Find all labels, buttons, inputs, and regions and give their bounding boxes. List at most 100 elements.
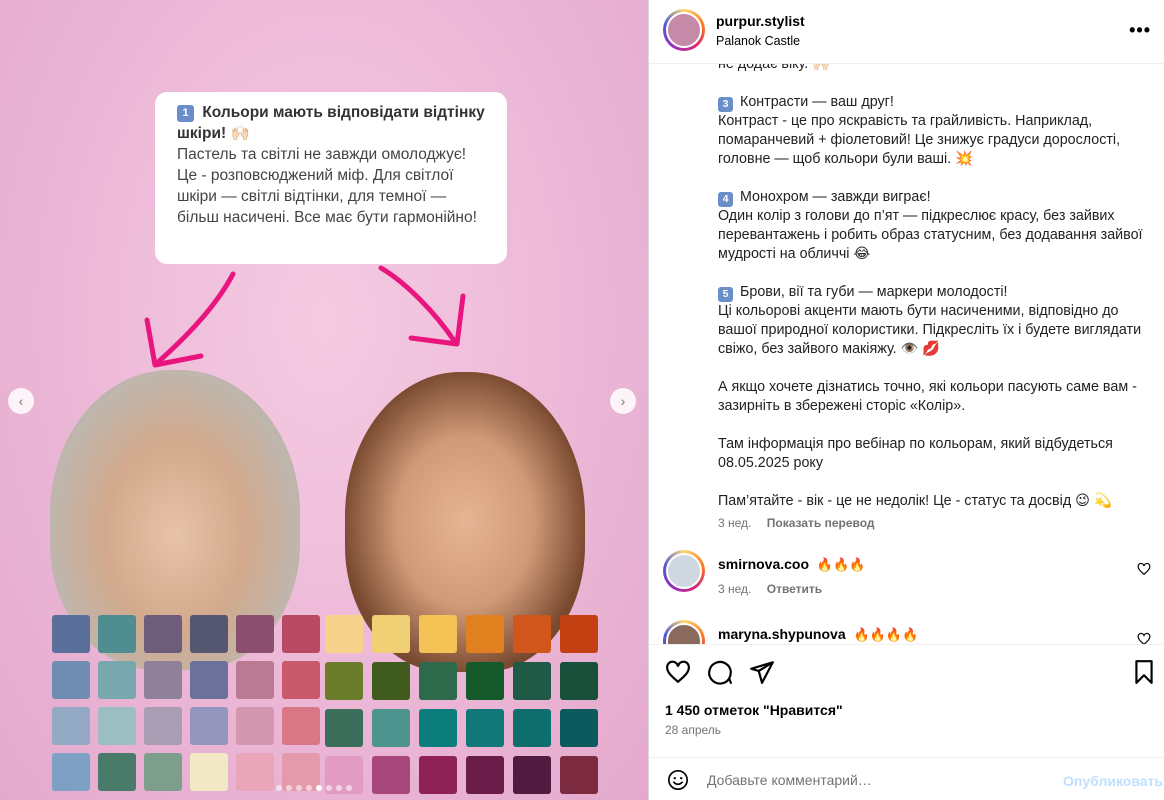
caption-time: 3 нед. xyxy=(718,516,752,530)
color-swatch xyxy=(98,707,136,745)
color-swatch xyxy=(419,709,457,747)
comment-bar: Опубликовать xyxy=(649,757,1164,800)
caption-paragraph: Там інформація про вебінар по кольорам, … xyxy=(718,436,1113,471)
color-swatch xyxy=(144,707,182,745)
color-swatch xyxy=(144,753,182,791)
caption-paragraph: А якщо хочете дізнатись точно, які кольо… xyxy=(718,379,1137,414)
callout-title: Кольори мають відповідати відтінку шкіри… xyxy=(177,104,485,142)
translate-button[interactable]: Показать перевод xyxy=(767,516,875,530)
author-avatar[interactable] xyxy=(663,9,705,51)
heart-icon[interactable] xyxy=(1137,632,1151,644)
color-swatch xyxy=(513,615,551,653)
color-swatch xyxy=(98,661,136,699)
next-slide-button[interactable]: › xyxy=(610,388,636,414)
color-swatch xyxy=(466,756,504,794)
caption-point-5: 5 Брови, вії та губи — маркери молодості… xyxy=(718,283,1148,359)
color-swatch xyxy=(560,756,598,794)
post-header: purpur.stylist Palanok Castle ••• xyxy=(649,0,1164,64)
color-swatch xyxy=(190,707,228,745)
post-date: 28 апрель xyxy=(665,723,722,737)
likes-count[interactable]: 1 450 отметок "Нравится" xyxy=(665,702,843,718)
color-swatch xyxy=(236,615,274,653)
heart-icon[interactable] xyxy=(665,659,691,685)
carousel-dot[interactable] xyxy=(276,785,282,791)
color-swatch xyxy=(372,709,410,747)
color-swatch xyxy=(144,661,182,699)
color-swatch xyxy=(52,707,90,745)
carousel-dot[interactable] xyxy=(326,785,332,791)
number-badge: 1 xyxy=(177,105,194,122)
color-swatch xyxy=(419,662,457,700)
bookmark-icon[interactable] xyxy=(1131,659,1157,685)
color-swatch xyxy=(372,615,410,653)
point-body: Один колір з голови до п’ят — підкреслює… xyxy=(718,208,1143,262)
post-caption: не додає віку. 🙌🏻 3 Контрасти — ваш друг… xyxy=(718,55,1148,535)
publish-button[interactable]: Опубликовать xyxy=(1063,773,1163,789)
color-swatch xyxy=(190,615,228,653)
color-swatch xyxy=(52,753,90,791)
color-swatch xyxy=(52,661,90,699)
share-icon[interactable] xyxy=(749,659,775,685)
color-swatch xyxy=(52,615,90,653)
comment-username[interactable]: maryna.shypunova xyxy=(718,626,846,642)
reply-button[interactable]: Ответить xyxy=(767,582,822,596)
comment-icon[interactable] xyxy=(707,659,733,685)
emoji-icon[interactable] xyxy=(667,769,689,791)
number-badge: 4 xyxy=(718,192,733,207)
comment-meta: 3 нед. Ответить xyxy=(718,582,834,596)
color-swatch xyxy=(372,756,410,794)
avatar-image xyxy=(666,12,702,48)
heart-icon[interactable] xyxy=(1137,562,1151,576)
post-location[interactable]: Palanok Castle xyxy=(716,34,800,48)
color-swatch xyxy=(466,709,504,747)
color-swatch xyxy=(236,661,274,699)
arrow-left-icon xyxy=(144,271,236,368)
color-swatch xyxy=(513,662,551,700)
carousel-dot[interactable] xyxy=(306,785,312,791)
callout-title-emoji: 🙌🏻 xyxy=(230,125,250,142)
color-swatch xyxy=(282,661,320,699)
point-body: Ці кольорові акценти мають бути насичени… xyxy=(718,303,1142,357)
post-media: 1 Кольори мають відповідати відтінку шкі… xyxy=(0,0,648,800)
caption-point-4: 4 Монохром — завжди виграє! Один колір з… xyxy=(718,188,1148,264)
number-badge: 5 xyxy=(718,287,733,302)
color-swatch xyxy=(236,707,274,745)
carousel-dots xyxy=(276,785,352,791)
carousel-dot[interactable] xyxy=(296,785,302,791)
color-swatch xyxy=(419,756,457,794)
carousel-dot[interactable] xyxy=(286,785,292,791)
comment-username[interactable]: smirnova.coo xyxy=(718,556,809,572)
commenter-avatar[interactable] xyxy=(663,550,705,592)
color-swatch xyxy=(466,615,504,653)
comment: maryna.shypunova 🔥🔥🔥🔥 xyxy=(663,620,1151,644)
color-swatch xyxy=(282,707,320,745)
comment-header: smirnova.coo 🔥🔥🔥 xyxy=(718,556,865,573)
author-username[interactable]: purpur.stylist xyxy=(716,13,805,29)
carousel-dot[interactable] xyxy=(316,785,322,791)
color-swatch xyxy=(419,615,457,653)
prev-slide-button[interactable]: ‹ xyxy=(8,388,34,414)
color-swatch xyxy=(560,709,598,747)
comment-input[interactable] xyxy=(707,768,1037,792)
caption-meta: 3 нед. Показать перевод xyxy=(718,516,887,530)
color-swatch xyxy=(372,662,410,700)
color-swatch xyxy=(98,753,136,791)
carousel-dot[interactable] xyxy=(346,785,352,791)
color-swatch xyxy=(513,756,551,794)
color-swatch xyxy=(98,615,136,653)
carousel-dot[interactable] xyxy=(336,785,342,791)
color-swatch xyxy=(325,615,363,653)
color-swatch xyxy=(513,709,551,747)
more-horizontal-icon[interactable]: ••• xyxy=(1129,20,1151,41)
color-swatch xyxy=(325,709,363,747)
color-swatch xyxy=(190,753,228,791)
color-swatch xyxy=(236,753,274,791)
point-title: Брови, вії та губи — маркери молодості! xyxy=(739,284,1008,300)
warm-palette xyxy=(325,615,598,794)
cool-palette xyxy=(52,615,320,791)
point-body: Контраст - це про яскравість та грайливі… xyxy=(718,113,1121,167)
color-swatch xyxy=(282,615,320,653)
commenter-avatar[interactable] xyxy=(663,620,705,644)
point-title: Контрасти — ваш друг! xyxy=(739,94,894,110)
color-swatch xyxy=(190,661,228,699)
